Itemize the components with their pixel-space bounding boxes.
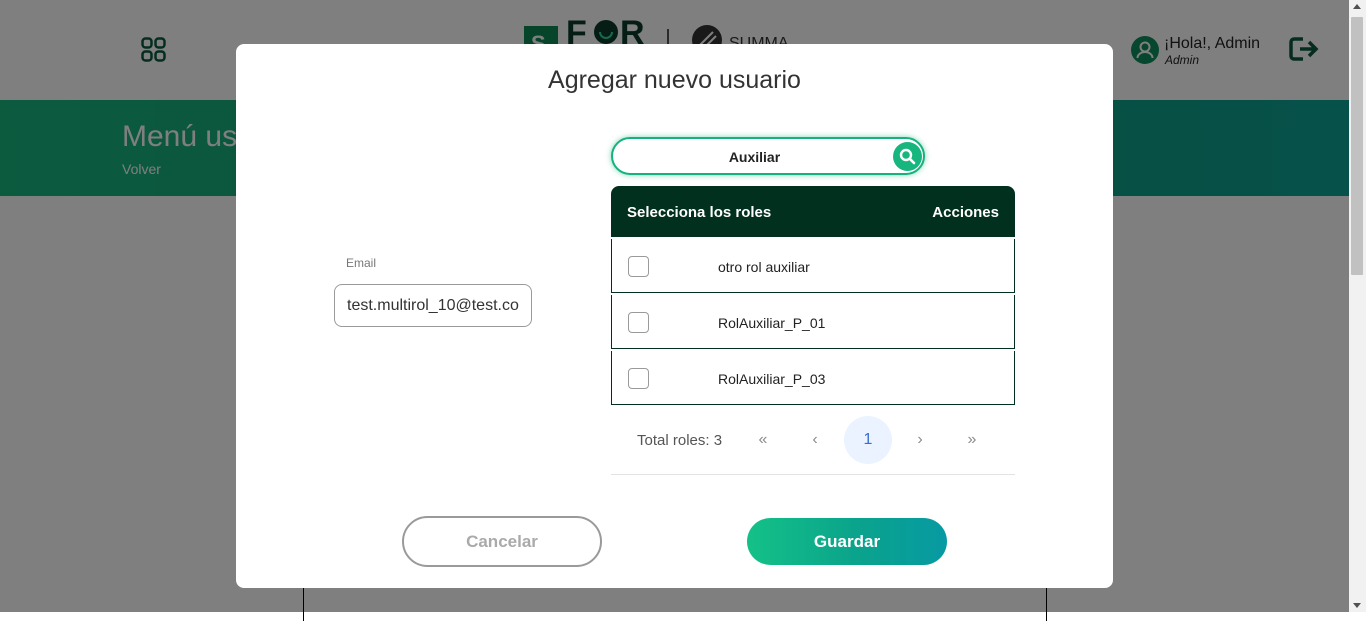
role-name: otro rol auxiliar — [718, 259, 810, 275]
table-row: RolAuxiliar_P_03 — [611, 351, 1015, 405]
header-select-roles: Selecciona los roles — [627, 204, 772, 221]
page-scrollbar[interactable] — [1349, 0, 1366, 612]
next-page-button[interactable]: › — [896, 416, 944, 464]
save-button[interactable]: Guardar — [747, 518, 947, 565]
scroll-up-arrow-icon[interactable] — [1353, 4, 1361, 9]
role-checkbox[interactable] — [628, 368, 649, 389]
role-search-box — [611, 137, 925, 175]
role-checkbox[interactable] — [628, 256, 649, 277]
email-field[interactable] — [334, 284, 532, 327]
total-roles-count: Total roles: 3 — [637, 432, 723, 449]
role-name: RolAuxiliar_P_01 — [718, 315, 826, 331]
header-actions: Acciones — [932, 204, 999, 221]
modal-title: Agregar nuevo usuario — [548, 66, 801, 94]
page-number-button[interactable]: 1 — [844, 416, 892, 464]
table-row: otro rol auxiliar — [611, 239, 1015, 293]
scroll-down-arrow-icon[interactable] — [1353, 603, 1361, 608]
role-search-input[interactable] — [625, 139, 884, 175]
roles-table-header: Selecciona los roles Acciones — [611, 186, 1015, 237]
search-button[interactable] — [893, 142, 922, 171]
roles-table: Selecciona los roles Acciones otro rol a… — [611, 186, 1015, 405]
role-checkbox[interactable] — [628, 312, 649, 333]
last-page-button[interactable]: » — [948, 416, 996, 464]
scroll-thumb[interactable] — [1351, 17, 1363, 275]
prev-page-button[interactable]: ‹ — [791, 416, 839, 464]
email-label: Email — [346, 256, 377, 270]
search-icon — [899, 148, 916, 165]
role-name: RolAuxiliar_P_03 — [718, 371, 826, 387]
pagination: Total roles: 3 « ‹ 1 › » — [611, 416, 1015, 475]
first-page-button[interactable]: « — [739, 416, 787, 464]
table-row: RolAuxiliar_P_01 — [611, 295, 1015, 349]
add-user-modal: Agregar nuevo usuario Email Selecciona l… — [236, 44, 1113, 588]
cancel-button[interactable]: Cancelar — [402, 516, 602, 567]
